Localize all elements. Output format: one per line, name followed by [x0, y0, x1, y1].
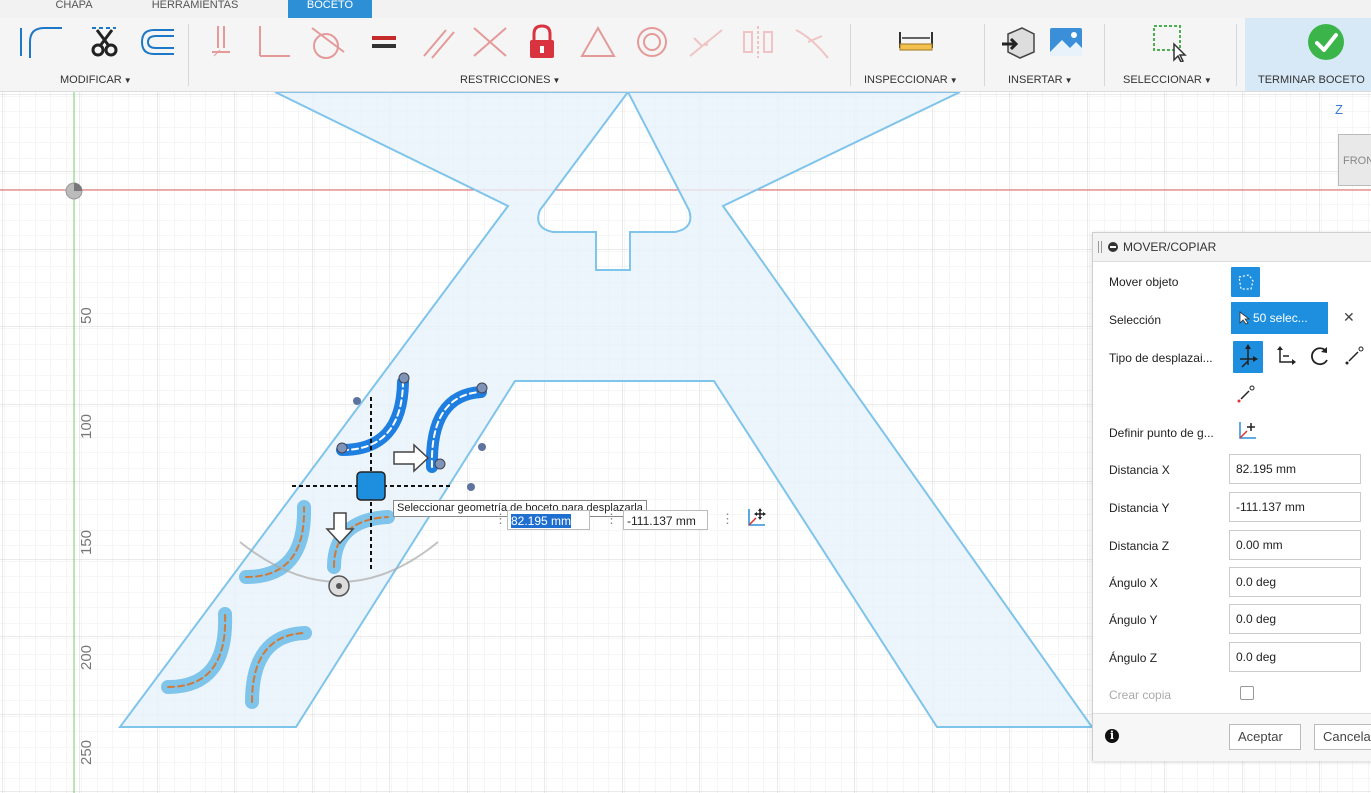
insert-component-icon[interactable]	[998, 22, 1038, 62]
clear-selection-close-icon[interactable]: ✕	[1343, 309, 1355, 326]
info-icon[interactable]: i	[1105, 729, 1119, 743]
point-to-position-type-icon[interactable]	[1235, 383, 1257, 405]
finish-sketch-check-icon[interactable]	[1306, 22, 1346, 62]
perpendicular-constraint-icon[interactable]	[254, 22, 294, 62]
distancia-y-input[interactable]: -111.137 mm	[1229, 492, 1361, 522]
drag-handle-icon[interactable]: ⋮	[494, 511, 507, 527]
equal-constraint-icon[interactable]	[364, 22, 404, 62]
measure-ruler-icon[interactable]	[896, 22, 936, 62]
offset-icon[interactable]	[136, 22, 176, 62]
collapse-icon[interactable]	[1108, 242, 1118, 252]
parallel-constraint-icon[interactable]	[418, 22, 458, 62]
tab-chapa[interactable]: CHAPA	[44, 0, 104, 18]
toolbar-separator	[1236, 24, 1237, 86]
modificar-menu[interactable]: MODIFICAR ▼	[60, 74, 132, 86]
dialog-header[interactable]: MOVER/COPIAR	[1093, 233, 1371, 262]
angulo-x-input[interactable]: 0.0 deg	[1229, 567, 1361, 597]
ruler-label: 100	[78, 413, 95, 439]
inline-distance-y-input[interactable]: -111.137 mm	[623, 510, 708, 530]
toolbar-separator	[1104, 24, 1105, 86]
curvature-constraint-icon[interactable]	[792, 22, 832, 62]
ruler-label: 150	[78, 529, 95, 555]
selection-button[interactable]: 50 selec...	[1231, 302, 1328, 334]
move-copy-dialog: MOVER/COPIAR Mover objeto Selección 50 s…	[1092, 232, 1371, 761]
insertar-menu[interactable]: INSERTAR ▼	[1008, 74, 1073, 86]
angulo-x-label: Ángulo X	[1109, 576, 1158, 590]
dialog-footer: i Aceptar Cancelar	[1093, 713, 1371, 761]
seleccionar-menu[interactable]: SELECCIONAR ▼	[1123, 74, 1212, 86]
view-cube[interactable]: Z FRONT	[1335, 102, 1371, 197]
viewcube-z-axis: Z	[1335, 102, 1343, 117]
line-tool-icon[interactable]	[0, 22, 22, 62]
symmetry-constraint-icon[interactable]	[738, 22, 778, 62]
angulo-y-label: Ángulo Y	[1109, 613, 1158, 627]
fix-lock-icon[interactable]	[522, 22, 562, 62]
translate-type-icon[interactable]	[1275, 345, 1297, 367]
triangle-constraint-icon[interactable]	[578, 22, 618, 62]
trim-scissors-icon[interactable]	[84, 22, 124, 62]
distancia-z-input[interactable]: 0.00 mm	[1229, 530, 1361, 560]
distancia-x-label: Distancia X	[1109, 463, 1170, 477]
separator-dots-icon: ⋮	[721, 511, 734, 526]
move-object-type-button[interactable]	[1231, 267, 1260, 297]
insert-image-icon[interactable]	[1046, 22, 1086, 62]
angulo-y-input[interactable]: 0.0 deg	[1229, 604, 1361, 634]
definir-punto-label: Definir punto de g...	[1109, 426, 1214, 440]
free-move-type-button[interactable]	[1233, 341, 1263, 373]
set-pivot-icon[interactable]	[1237, 419, 1259, 441]
crear-copia-checkbox[interactable]	[1240, 686, 1254, 700]
distancia-y-label: Distancia Y	[1109, 501, 1170, 515]
rotate-type-icon[interactable]	[1309, 345, 1331, 367]
viewcube-front-face[interactable]: FRONT	[1338, 134, 1371, 186]
fillet-icon[interactable]	[26, 22, 66, 62]
horizontal-vertical-constraint-icon[interactable]	[208, 22, 248, 62]
dialog-title: MOVER/COPIAR	[1123, 240, 1217, 254]
angulo-z-input[interactable]: 0.0 deg	[1229, 642, 1361, 672]
toolbar-separator	[850, 24, 851, 86]
collinear-constraint-icon[interactable]	[470, 22, 510, 62]
point-to-point-type-icon[interactable]	[1343, 345, 1365, 367]
ribbon-toolbar: MODIFICAR ▼ RESTRICCIONES ▼ INSPECCIONAR ▼	[0, 18, 1371, 92]
cancelar-button[interactable]: Cancelar	[1314, 724, 1371, 750]
distancia-x-input[interactable]: 82.195 mm	[1229, 454, 1361, 484]
tangent-constraint-icon[interactable]	[308, 22, 348, 62]
window-select-icon[interactable]	[1150, 22, 1190, 62]
restricciones-menu[interactable]: RESTRICCIONES ▼	[460, 74, 560, 86]
seleccion-label: Selección	[1109, 313, 1162, 327]
set-pivot-inline-icon[interactable]	[746, 506, 768, 528]
inline-distance-x-input[interactable]: 82.195 mm	[507, 510, 590, 530]
angulo-z-label: Ángulo Z	[1109, 651, 1158, 665]
ruler-label: 200	[78, 644, 95, 670]
selection-count: 50 selec...	[1253, 311, 1308, 325]
ribbon-tabs: CHAPA HERRAMIENTAS BOCETO	[0, 0, 1371, 18]
separator-dots-icon: ⋮	[605, 511, 618, 526]
mover-objeto-label: Mover objeto	[1109, 275, 1179, 289]
inspeccionar-menu[interactable]: INSPECCIONAR ▼	[864, 74, 958, 86]
midpoint-constraint-icon[interactable]	[686, 22, 726, 62]
concentric-constraint-icon[interactable]	[632, 22, 672, 62]
tipo-desplazamiento-label: Tipo de desplazai...	[1109, 351, 1213, 365]
distancia-z-label: Distancia Z	[1109, 539, 1170, 553]
crear-copia-label: Crear copia	[1109, 688, 1172, 702]
drag-grip-icon[interactable]	[1098, 241, 1102, 253]
ruler-label: 250	[78, 739, 95, 765]
aceptar-button[interactable]: Aceptar	[1229, 724, 1301, 750]
toolbar-separator	[984, 24, 985, 86]
terminar-boceto-button[interactable]: TERMINAR BOCETO	[1258, 74, 1365, 86]
ruler-label: 50	[78, 307, 95, 324]
tab-boceto[interactable]: BOCETO	[288, 0, 372, 18]
cursor-arrow-icon	[1239, 311, 1251, 325]
toolbar-separator	[188, 24, 189, 86]
tab-herramientas[interactable]: HERRAMIENTAS	[140, 0, 250, 18]
